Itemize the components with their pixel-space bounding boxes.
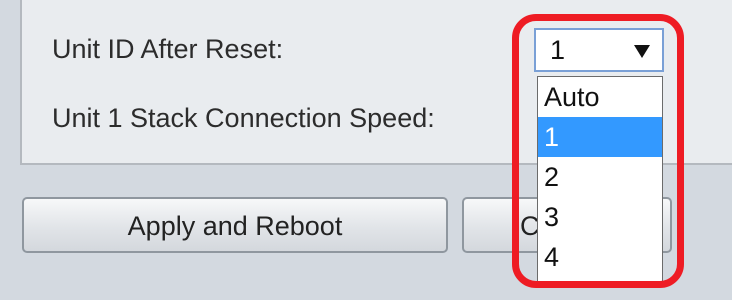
dropdown-option-3[interactable]: 3	[538, 197, 662, 237]
dropdown-option-1[interactable]: 1	[538, 117, 662, 157]
dropdown-option-4[interactable]: 4	[538, 237, 662, 277]
dropdown-option-2[interactable]: 2	[538, 157, 662, 197]
dropdown-option-auto[interactable]: Auto	[538, 77, 662, 117]
apply-and-reboot-button[interactable]: Apply and Reboot	[22, 197, 448, 253]
unit-id-dropdown-list: Auto 1 2 3 4	[537, 76, 663, 284]
unit-id-select-value: 1	[550, 35, 566, 65]
unit-id-after-reset-label: Unit ID After Reset:	[52, 34, 284, 64]
stack-connection-speed-label: Unit 1 Stack Connection Speed:	[52, 103, 435, 133]
unit-id-select[interactable]: 1	[534, 28, 664, 72]
dropdown-arrow-icon[interactable]	[634, 45, 650, 58]
